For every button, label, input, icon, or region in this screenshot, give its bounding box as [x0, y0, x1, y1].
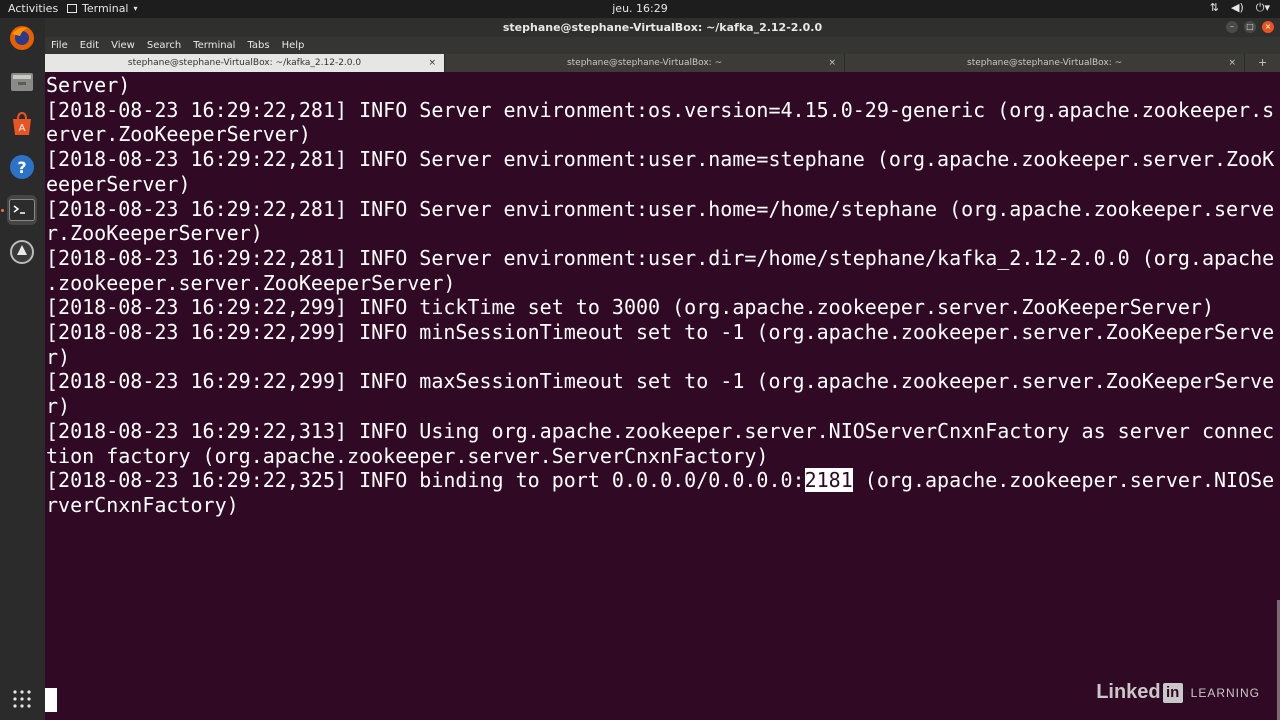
help-launcher[interactable]: ?: [7, 152, 37, 182]
watermark-learning: LEARNING: [1190, 685, 1260, 700]
terminal-line: Server): [46, 73, 131, 97]
firefox-launcher[interactable]: [7, 23, 37, 53]
firefox-icon: [10, 26, 34, 50]
window-controls: – □ ×: [1226, 21, 1274, 33]
apps-grid-icon: [13, 690, 31, 708]
terminal-line: eeperServer): [46, 171, 191, 196]
terminal-line: [2018-08-23 16:29:22,281] INFO Server en…: [46, 97, 1275, 122]
terminal-line: rverCnxnFactory): [46, 492, 239, 517]
app-menu[interactable]: Terminal ▾: [67, 2, 138, 15]
software-updater-icon: [10, 240, 34, 264]
menu-help[interactable]: Help: [276, 40, 311, 51]
terminal-icon: [9, 199, 35, 221]
terminal-line: .zookeeper.server.ZooKeeperServer): [46, 270, 456, 295]
terminal-line: [2018-08-23 16:29:22,281] INFO Server en…: [46, 196, 1275, 221]
terminal-line: r): [46, 394, 71, 419]
window-title: stephane@stephane-VirtualBox: ~/kafka_2.…: [502, 21, 823, 34]
terminal-text: Server) [2018-08-23 16:29:22,281] INFO S…: [46, 73, 1274, 518]
tab-bar: stephane@stephane-VirtualBox: ~/kafka_2.…: [45, 54, 1280, 72]
terminal-line: [2018-08-23 16:29:22,299] INFO tickTime …: [46, 295, 1214, 320]
menu-tabs[interactable]: Tabs: [241, 40, 275, 51]
terminal-line: tion factory (org.apache.zookeeper.serve…: [46, 443, 769, 468]
software-updater-launcher[interactable]: [7, 237, 37, 267]
menu-terminal[interactable]: Terminal: [187, 40, 241, 51]
tab-close-icon[interactable]: ×: [829, 54, 837, 72]
new-tab-button[interactable]: +: [1245, 54, 1280, 72]
menu-search[interactable]: Search: [141, 40, 187, 51]
selected-text[interactable]: 2181: [804, 468, 853, 493]
files-launcher[interactable]: [7, 67, 37, 97]
tab-close-icon[interactable]: ×: [1229, 54, 1237, 72]
close-button[interactable]: ×: [1262, 21, 1274, 33]
clock[interactable]: jeu. 16:29: [0, 2, 1280, 15]
show-apps-button[interactable]: [7, 684, 37, 714]
tab-label: stephane@stephane-VirtualBox: ~: [566, 58, 723, 68]
svg-text:?: ?: [17, 158, 26, 177]
terminal-small-icon: [67, 4, 77, 13]
tab-close-icon[interactable]: ×: [428, 54, 436, 72]
software-center-icon: A: [13, 111, 31, 135]
terminal-launcher[interactable]: [7, 195, 37, 225]
menu-file[interactable]: File: [45, 40, 74, 51]
top-bar: Activities Terminal ▾ jeu. 16:29 ⇅ ◀) ⏻▾: [0, 0, 1280, 18]
chevron-down-icon: ▾: [133, 4, 138, 13]
dock: A ?: [0, 18, 45, 720]
menubar: File Edit View Search Terminal Tabs Help: [45, 37, 1280, 54]
menu-edit[interactable]: Edit: [74, 40, 105, 51]
terminal-cursor: [45, 688, 57, 712]
terminal-line: r): [46, 344, 71, 369]
terminal-line: [2018-08-23 16:29:22,281] INFO Server en…: [46, 245, 1275, 270]
terminal-output[interactable]: Server) [2018-08-23 16:29:22,281] INFO S…: [45, 72, 1280, 720]
terminal-line: erver.ZooKeeperServer): [46, 122, 311, 147]
volume-icon: ◀): [1231, 1, 1244, 14]
tab-kafka[interactable]: stephane@stephane-VirtualBox: ~/kafka_2.…: [45, 54, 446, 72]
linkedin-learning-watermark: Linked in LEARNING: [1096, 681, 1260, 704]
svg-text:A: A: [19, 123, 26, 134]
system-tray[interactable]: ⇅ ◀) ⏻▾: [1210, 1, 1270, 15]
power-icon: ⏻▾: [1255, 1, 1270, 14]
window-titlebar[interactable]: stephane@stephane-VirtualBox: ~/kafka_2.…: [45, 18, 1280, 37]
maximize-button[interactable]: □: [1244, 21, 1256, 33]
watermark-brand: Linked: [1096, 681, 1161, 703]
terminal-line: [2018-08-23 16:29:22,299] INFO maxSessio…: [46, 369, 1275, 394]
watermark-in-logo: in: [1162, 682, 1183, 703]
tab-label: stephane@stephane-VirtualBox: ~/kafka_2.…: [127, 58, 362, 68]
network-icon: ⇅: [1209, 1, 1219, 14]
terminal-line-tail: (org.apache.zookeeper.server.NIOSe: [852, 468, 1275, 493]
activities-button[interactable]: Activities: [8, 2, 58, 15]
tab-label: stephane@stephane-VirtualBox: ~: [967, 58, 1123, 68]
tab-home-2[interactable]: stephane@stephane-VirtualBox: ~ ×: [845, 54, 1246, 72]
terminal-line: r.ZooKeeperServer): [46, 221, 263, 246]
minimize-button[interactable]: –: [1226, 21, 1238, 33]
terminal-line: [2018-08-23 16:29:22,299] INFO minSessio…: [46, 320, 1275, 345]
plus-icon: +: [1257, 56, 1268, 69]
menu-view[interactable]: View: [105, 40, 141, 51]
terminal-line: [2018-08-23 16:29:22,325] INFO binding t…: [46, 468, 805, 493]
app-menu-label: Terminal: [82, 2, 129, 15]
active-indicator: [1, 209, 4, 212]
help-icon: ?: [10, 155, 34, 179]
software-center-launcher[interactable]: A: [7, 109, 37, 139]
terminal-line: [2018-08-23 16:29:22,281] INFO Server en…: [46, 147, 1275, 172]
terminal-line: [2018-08-23 16:29:22,313] INFO Using org…: [46, 418, 1275, 443]
files-icon: [11, 73, 33, 91]
tab-home-1[interactable]: stephane@stephane-VirtualBox: ~ ×: [445, 54, 846, 72]
